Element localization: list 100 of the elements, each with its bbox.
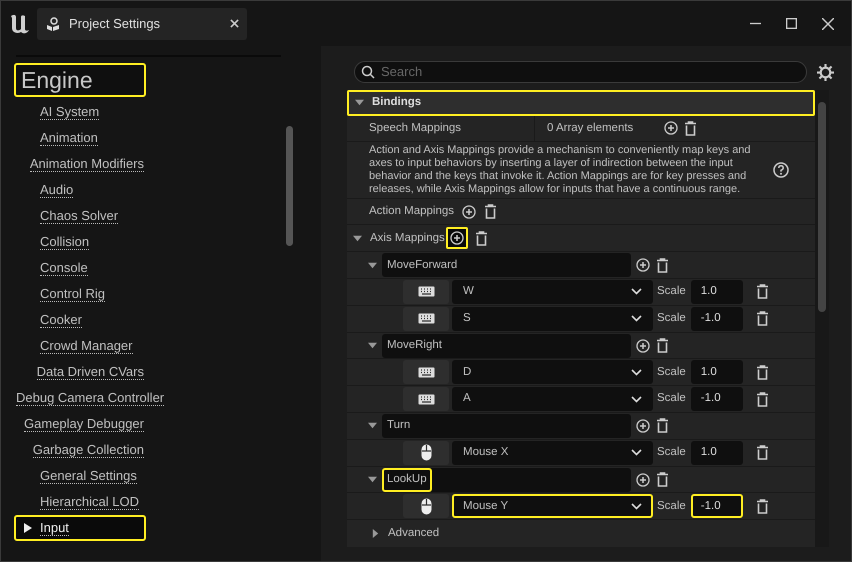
add-icon[interactable]	[636, 418, 650, 433]
chevron-down-icon	[631, 368, 642, 376]
collapse-arrow-icon[interactable]	[368, 421, 377, 430]
scale-field[interactable]: -1.0	[690, 387, 743, 412]
trash-icon[interactable]	[474, 230, 488, 246]
device-button[interactable]	[403, 440, 449, 465]
category-link[interactable]: Input	[40, 520, 69, 536]
add-icon[interactable]	[462, 204, 476, 219]
chevron-down-icon	[631, 288, 642, 296]
search-field[interactable]: Search	[354, 61, 807, 83]
category-link[interactable]: Control Rig	[40, 286, 106, 302]
collapse-arrow-icon[interactable]	[368, 260, 377, 270]
add-icon[interactable]	[664, 121, 678, 136]
scale-label: Scale	[657, 498, 686, 514]
mapping-name: MoveRight	[386, 338, 443, 353]
category-link[interactable]: Crowd Manager	[40, 338, 132, 354]
array-count: 0 Array elements	[546, 120, 634, 136]
key-dropdown[interactable]: Mouse Y	[452, 494, 653, 518]
section-header[interactable]: Bindings	[347, 90, 815, 116]
category-link[interactable]: Debug Camera Controller	[16, 390, 164, 406]
tab-title: Project Settings	[69, 14, 162, 33]
scale-label: Scale	[657, 284, 686, 300]
trash-icon[interactable]	[656, 338, 669, 354]
device-button[interactable]	[403, 360, 449, 384]
category-link[interactable]: Garbage Collection	[32, 442, 144, 458]
category-link[interactable]: Animation	[40, 130, 98, 146]
trash-icon[interactable]	[684, 120, 697, 136]
section-label[interactable]: Advanced	[388, 524, 440, 542]
collapse-arrow-icon[interactable]	[368, 475, 377, 484]
key-dropdown[interactable]: Mouse X	[452, 440, 653, 465]
trash-icon[interactable]	[756, 445, 769, 460]
name-field[interactable]: MoveRight	[382, 334, 631, 358]
scale-field[interactable]: 1.0	[690, 280, 743, 304]
trash-icon[interactable]	[756, 364, 769, 380]
add-button[interactable]	[446, 227, 468, 250]
mapping-name: MoveForward	[386, 258, 458, 272]
scrollbar-thumb[interactable]	[818, 102, 826, 312]
trash-icon[interactable]	[656, 472, 669, 487]
trash-icon[interactable]	[756, 311, 769, 326]
keyboard-icon	[418, 286, 434, 298]
property-label: Speech Mappings	[347, 116, 535, 141]
category-link[interactable]: Audio	[40, 182, 74, 198]
trash-icon[interactable]	[756, 392, 769, 407]
close-icon[interactable]	[822, 18, 834, 30]
name-field[interactable]: Turn	[382, 414, 631, 438]
category-link[interactable]: Gameplay Debugger	[24, 416, 144, 432]
trash-icon[interactable]	[656, 418, 669, 434]
name-field[interactable]: LookUp	[382, 468, 631, 492]
add-icon[interactable]	[636, 472, 650, 486]
trash-icon[interactable]	[656, 258, 669, 273]
category-link[interactable]: Hierarchical LOD	[40, 494, 139, 510]
device-button[interactable]	[403, 387, 449, 412]
device-button[interactable]	[403, 306, 449, 331]
collapse-arrow-icon[interactable]	[368, 341, 377, 350]
mouse-icon	[420, 444, 432, 462]
category-link[interactable]: AI System	[40, 104, 100, 120]
mapping-name: Turn	[386, 418, 412, 434]
add-icon[interactable]	[636, 338, 650, 353]
category-link[interactable]: Cooker	[40, 312, 82, 328]
category-link[interactable]: Data Driven CVars	[36, 364, 144, 380]
keyboard-icon	[418, 366, 434, 378]
expand-arrow-icon[interactable]	[371, 529, 380, 538]
trash-icon[interactable]	[756, 284, 769, 300]
settings-icon[interactable]	[817, 64, 834, 80]
device-button[interactable]	[403, 494, 449, 518]
category-link[interactable]: Console	[40, 260, 88, 276]
scale-field[interactable]: -1.0	[690, 494, 743, 518]
scale-field[interactable]: 1.0	[690, 360, 743, 384]
key-dropdown[interactable]: A	[452, 387, 653, 412]
key-dropdown[interactable]: S	[452, 306, 653, 331]
scale-label: Scale	[657, 364, 686, 380]
chevron-down-icon	[631, 502, 642, 510]
key-dropdown[interactable]: W	[452, 280, 653, 304]
trash-icon[interactable]	[484, 204, 498, 220]
scale-label: Scale	[657, 311, 686, 326]
add-icon[interactable]	[636, 258, 650, 272]
section-title: Bindings	[372, 95, 422, 110]
key-dropdown[interactable]: D	[452, 360, 653, 384]
scrollbar-thumb[interactable]	[286, 126, 293, 246]
close-tab-icon[interactable]	[230, 19, 239, 28]
category-heading: Engine	[14, 63, 146, 97]
add-icon	[450, 231, 464, 246]
settings-cube-icon	[45, 16, 61, 32]
chevron-down-icon	[631, 449, 642, 456]
description-text: Action and Axis Mappings provide a mechanism to conveniently map keys and axes to input behaviors by inserting a layer of indirection between the input behavior and the keys that invoke it. Action Mappings are for key presses and releases, while Axis Mappings allow for inputs that have a continuous range.	[368, 144, 752, 196]
collapse-arrow-icon[interactable]	[355, 98, 364, 108]
name-field[interactable]: MoveForward	[382, 253, 631, 278]
project-settings-tab[interactable]: Project Settings	[37, 8, 247, 40]
mouse-icon	[420, 498, 432, 515]
device-button[interactable]	[403, 280, 449, 304]
category-link[interactable]: General Settings	[40, 468, 137, 484]
category-link[interactable]: Animation Modifiers	[30, 156, 144, 172]
collapse-arrow-icon[interactable]	[353, 234, 362, 243]
help-icon[interactable]	[773, 162, 789, 178]
category-link[interactable]: Chaos Solver	[40, 208, 118, 224]
category-link[interactable]: Collision	[40, 234, 90, 250]
scale-field[interactable]: -1.0	[690, 306, 743, 331]
scale-field[interactable]: 1.0	[690, 440, 743, 465]
trash-icon[interactable]	[756, 498, 769, 514]
maximize-icon[interactable]	[786, 18, 797, 29]
